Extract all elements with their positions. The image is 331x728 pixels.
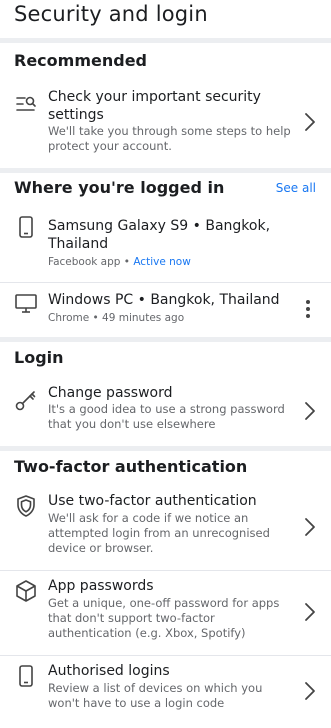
list-search-icon [14,90,38,114]
check-security-settings-subtitle: We'll take you through some steps to hel… [48,124,291,153]
key-icon [14,388,38,412]
login-heading: Login [14,348,64,367]
authorised-logins-row[interactable]: Authorised logins Review a list of devic… [0,656,331,728]
two-factor-heading: Two-factor authentication [14,457,248,476]
more-options-icon[interactable] [305,300,311,320]
check-security-settings-row[interactable]: Check your important security settings W… [0,82,331,166]
shield-icon [14,494,38,518]
section-divider [0,38,331,43]
two-factor-title: Use two-factor authentication [48,493,257,509]
session-meta: Chrome • 49 minutes ago [48,312,185,324]
authorised-logins-subtitle: Review a list of devices on which you wo… [48,681,263,710]
app-passwords-row[interactable]: App passwords Get a unique, one-off pass… [0,571,331,655]
app-passwords-title: App passwords [48,578,154,594]
change-password-row[interactable]: Change password It's a good idea to use … [0,378,331,444]
chevron-right-icon [303,516,317,538]
logged-in-heading: Where you're logged in [14,178,225,197]
chevron-right-icon [303,601,317,623]
check-security-settings-title: Check your important security settings [48,89,261,123]
section-divider [0,168,331,173]
use-two-factor-row[interactable]: Use two-factor authentication We'll ask … [0,486,331,570]
change-password-title: Change password [48,385,173,401]
section-divider [0,446,331,451]
two-factor-subtitle: We'll ask for a code if we notice an att… [48,511,270,555]
session-row[interactable]: Windows PC • Bangkok, Thailand Chrome • … [0,283,331,335]
see-all-link[interactable]: See all [276,178,316,198]
change-password-subtitle: It's a good idea to use a strong passwor… [48,402,285,431]
phone-icon [14,664,38,688]
active-now-status: Active now [133,256,191,268]
phone-icon [14,215,38,239]
session-meta: Facebook app • Active now [48,256,191,268]
session-device: Samsung Galaxy S9 • Bangkok, Thailand [48,218,271,252]
chevron-right-icon [303,400,317,422]
page-title: Security and login [14,2,208,26]
session-row[interactable]: Samsung Galaxy S9 • Bangkok, Thailand Fa… [0,207,331,282]
chevron-right-icon [303,680,317,702]
app-passwords-subtitle: Get a unique, one-off password for apps … [48,596,280,640]
chevron-right-icon [303,111,317,133]
section-divider [0,337,331,342]
session-device: Windows PC • Bangkok, Thailand [48,292,280,308]
authorised-logins-title: Authorised logins [48,663,170,679]
cube-icon [14,579,38,603]
recommended-heading: Recommended [14,51,147,70]
monitor-icon [14,291,38,315]
